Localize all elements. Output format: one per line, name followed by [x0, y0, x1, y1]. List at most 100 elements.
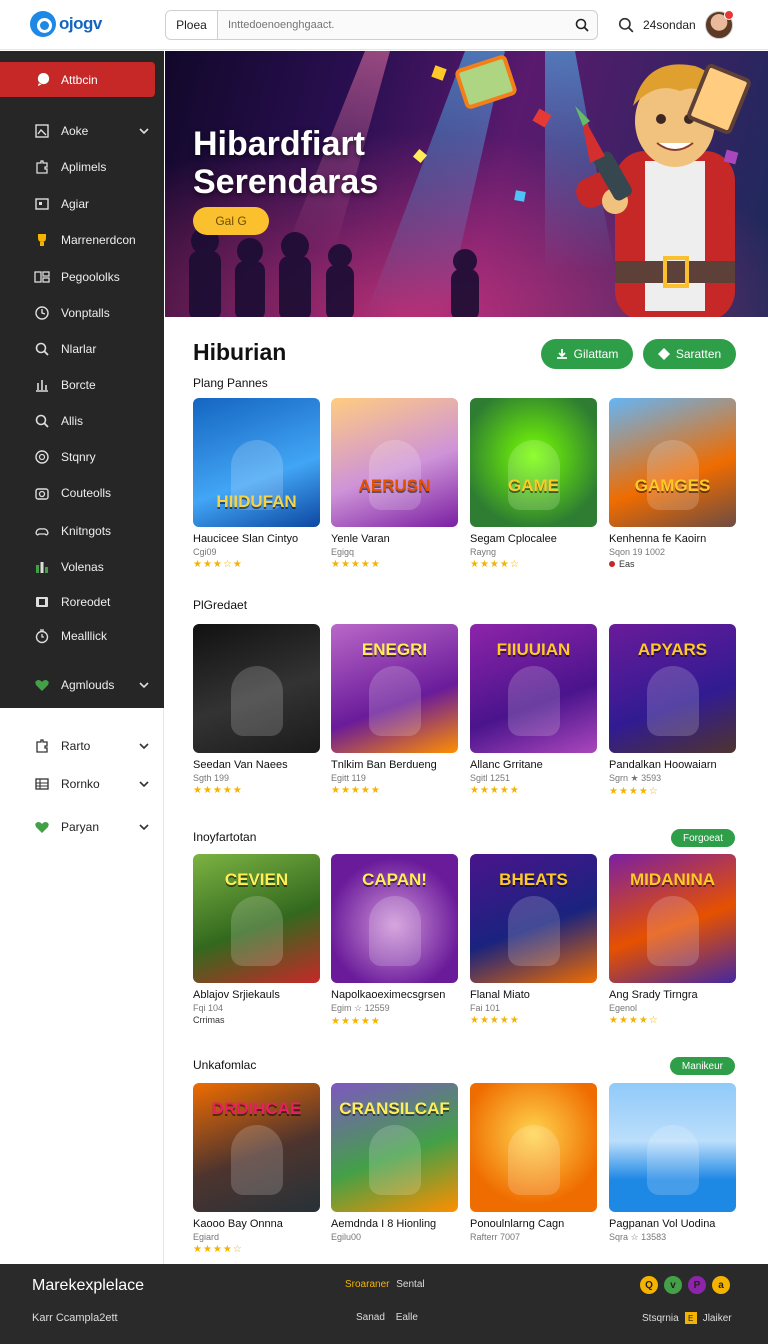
search-icon[interactable]	[618, 17, 634, 33]
game-card[interactable]: HIIDUFAN Haucicee Slan Cintyo Cgi09 ★★★☆★	[193, 398, 320, 570]
social-icon[interactable]: Q	[640, 1276, 658, 1294]
sidebar-item[interactable]: Volenas	[0, 552, 164, 582]
search-input[interactable]	[218, 11, 567, 39]
sidebar-item[interactable]: Paryan	[0, 812, 164, 842]
game-title: Ponoulnlarng Cagn	[470, 1218, 565, 1230]
footer-link[interactable]: Jlaiker	[703, 1313, 732, 1324]
game-card[interactable]: Ponoulnlarng Cagn Rafterr 7007	[470, 1083, 597, 1242]
hero-cta-button[interactable]: Gal G	[193, 207, 269, 235]
game-thumbnail[interactable]: DRDIHCAE	[193, 1083, 320, 1212]
rating-stars: ★★★★★	[470, 785, 520, 796]
sidebar-item[interactable]: Aoke	[0, 116, 164, 146]
sidebar-item[interactable]: Roreodet	[0, 587, 164, 617]
sidebar-item[interactable]: Nlarlar	[0, 334, 164, 364]
footer-brand: Marekexplelace	[32, 1277, 145, 1294]
game-thumbnail[interactable]: FIIUUIAN	[470, 624, 597, 753]
game-thumbnail[interactable]: ENEGRI	[331, 624, 458, 753]
chevron-down-icon[interactable]	[138, 740, 150, 752]
game-thumbnail[interactable]: CRANSILCAF	[331, 1083, 458, 1212]
social-icon[interactable]: P	[688, 1276, 706, 1294]
game-character-art	[369, 666, 421, 736]
game-title: Haucicee Slan Cintyo	[193, 533, 299, 545]
game-thumbnail[interactable]: GAME	[470, 398, 597, 527]
game-thumbnail[interactable]: CEVIEN	[193, 854, 320, 983]
sidebar-item-active[interactable]: Attbcin	[0, 62, 155, 97]
sidebar-item[interactable]: Rornko	[0, 769, 164, 799]
sidebar-item[interactable]: Pegoololks	[0, 262, 164, 292]
game-thumbnail[interactable]: MIDANINA	[609, 854, 736, 983]
section-action-pill[interactable]: Forgoeat	[670, 829, 735, 847]
grid-icon	[34, 271, 50, 283]
game-thumbnail[interactable]: BHEATS	[470, 854, 597, 983]
social-icon[interactable]: v	[664, 1276, 682, 1294]
sidebar-item-label: Couteolls	[61, 486, 112, 500]
sidebar-item[interactable]: Agiar	[0, 189, 164, 219]
logo[interactable]: ojogv	[30, 11, 102, 37]
game-thumbnail[interactable]	[193, 624, 320, 753]
chevron-down-icon[interactable]	[138, 125, 150, 137]
game-card[interactable]: CEVIEN Ablajov Srjiekauls Fqi 104 Crrimas	[193, 854, 320, 1025]
game-card[interactable]: CAPAN! Napolkaoeximecsgrsen Egim ☆ 12559 ★★…	[331, 854, 458, 1027]
game-meta: Cgi09	[193, 547, 217, 557]
sidebar-item[interactable]: Marrenerdcon	[0, 225, 164, 255]
game-card[interactable]: MIDANINA Ang Srady Tirngra Egenol ★★★★☆	[609, 854, 736, 1026]
footer-link[interactable]: Sanad	[356, 1312, 385, 1323]
game-card[interactable]: ENEGRI Tnlkim Ban Berdueng Egitt 119 ★★★★★	[331, 624, 458, 796]
search-button[interactable]	[567, 18, 597, 32]
game-title: Kenhenna fe Kaoirn	[609, 533, 707, 545]
game-card[interactable]: APYARS Pandalkan Hoowaiarn Sgrn ★ 3593 ★★★★…	[609, 624, 736, 797]
sidebar-item[interactable]: Aplimels	[0, 152, 164, 182]
sidebar-item[interactable]: Vonptalls	[0, 298, 164, 328]
sidebar-item[interactable]: Borcte	[0, 370, 164, 400]
chevron-down-icon[interactable]	[138, 778, 150, 790]
game-card[interactable]: Seedan Van Naees Sgth 199 ★★★★★	[193, 624, 320, 796]
secondary-action-button[interactable]: Saratten	[643, 339, 736, 369]
game-card[interactable]: GAME Segam Cplocalee Rayng ★★★★☆	[470, 398, 597, 570]
chevron-down-icon[interactable]	[138, 821, 150, 833]
sidebar-item[interactable]: Mealllick	[0, 621, 164, 651]
primary-action-button[interactable]: Gilattam	[541, 339, 633, 369]
game-card[interactable]: DRDIHCAE Kaooo Bay Onnna Egiard ★★★★☆	[193, 1083, 320, 1255]
game-art-title: MIDANINA	[630, 870, 715, 889]
game-thumbnail[interactable]: GAMGES	[609, 398, 736, 527]
section-action-pill[interactable]: Manikeur	[669, 1057, 735, 1075]
game-card[interactable]: Pagpanan Vol Uodina Sqra ☆ 13583	[609, 1083, 736, 1243]
game-card[interactable]: GAMGES Kenhenna fe Kaoirn Sqon 19 1002 Eas	[609, 398, 736, 569]
game-art-title: BHEATS	[499, 870, 568, 889]
hero-banner[interactable]: Hibardfiart Serendaras Gal G	[165, 51, 768, 317]
footer-link[interactable]: Stsqrnia	[642, 1313, 679, 1324]
section-title: Unkafomlac	[193, 1058, 257, 1072]
game-card[interactable]: AERUSN Yenle Varan Egigq ★★★★★	[331, 398, 458, 570]
sidebar-item[interactable]: Agmlouds	[0, 670, 164, 700]
game-thumbnail[interactable]: HIIDUFAN	[193, 398, 320, 527]
footer-link-accent[interactable]: Sroaraner	[345, 1279, 389, 1290]
sidebar-lower: Rarto Rornko Paryan	[0, 708, 164, 1264]
game-card[interactable]: BHEATS Flanal Miato Fai 101 ★★★★★	[470, 854, 597, 1026]
footer-link[interactable]: Ealle	[396, 1312, 418, 1323]
sidebar-item[interactable]: Couteolls	[0, 478, 164, 508]
sidebar-active-label: Attbcin	[61, 72, 98, 87]
game-thumbnail[interactable]	[470, 1083, 597, 1212]
header-user-area: 24sondan	[618, 10, 734, 40]
game-thumbnail[interactable]: AERUSN	[331, 398, 458, 527]
game-card[interactable]: CRANSILCAF Aemdnda I 8 Hionling Egilu00	[331, 1083, 458, 1242]
game-thumbnail[interactable]: CAPAN!	[331, 854, 458, 983]
sidebar-item-label: Agmlouds	[61, 678, 115, 692]
search-scope-select[interactable]: Ploea	[166, 11, 218, 39]
game-title: Flanal Miato	[470, 989, 530, 1001]
sidebar-item[interactable]: Allis	[0, 406, 164, 436]
chevron-down-icon[interactable]	[138, 679, 150, 691]
game-meta: Fqi 104	[193, 1003, 224, 1013]
sidebar-item[interactable]: Stqnry	[0, 442, 164, 472]
game-thumbnail[interactable]	[609, 1083, 736, 1212]
footer-link[interactable]: Sental	[396, 1279, 424, 1290]
user-name[interactable]: 24sondan	[643, 18, 696, 32]
game-thumbnail[interactable]: APYARS	[609, 624, 736, 753]
sidebar-item[interactable]: Knitngots	[0, 516, 164, 546]
game-character-art	[508, 1125, 560, 1195]
social-icon[interactable]: a	[712, 1276, 730, 1294]
avatar[interactable]	[704, 10, 734, 39]
game-card[interactable]: FIIUUIAN Allanc Grritane Sgitl 1251 ★★★★★	[470, 624, 597, 796]
sidebar-item[interactable]: Rarto	[0, 731, 164, 761]
footer-links-row2: Sanad Ealle	[356, 1312, 418, 1323]
